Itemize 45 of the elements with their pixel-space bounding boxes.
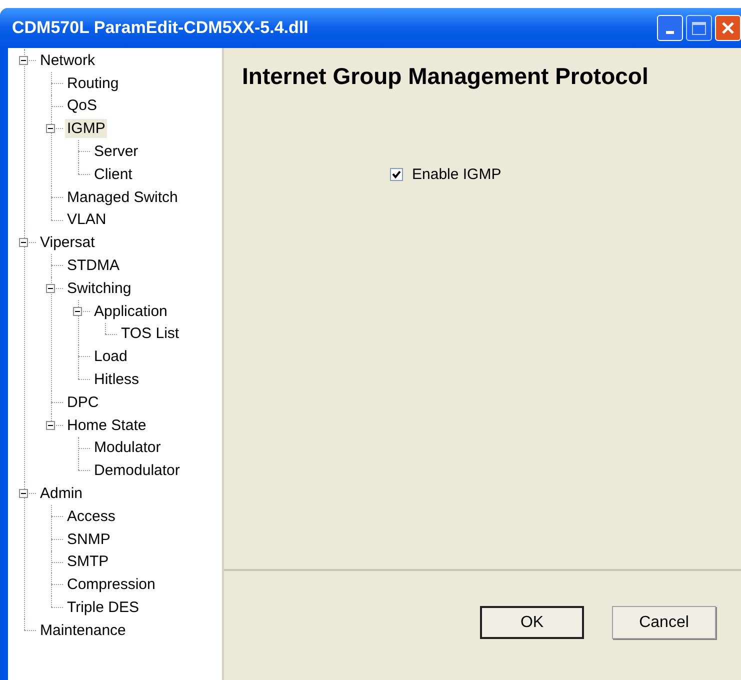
cancel-button[interactable]: Cancel bbox=[612, 606, 716, 639]
tree-item[interactable]: Maintenance bbox=[38, 620, 128, 640]
collapse-icon[interactable] bbox=[46, 420, 55, 430]
tree-item[interactable]: Load bbox=[92, 347, 130, 366]
tree-item[interactable]: Vipersat bbox=[38, 233, 97, 252]
tree-item[interactable]: Client bbox=[92, 164, 134, 184]
window-title: CDM570L ParamEdit-CDM5XX-5.4.dll bbox=[12, 17, 310, 40]
tree-item[interactable]: Application bbox=[92, 302, 170, 321]
tree-item[interactable]: Hitless bbox=[92, 370, 142, 390]
tree-item[interactable]: Triple DES bbox=[65, 598, 141, 618]
tree-item[interactable]: IGMP bbox=[65, 119, 108, 138]
tree-item[interactable]: Modulator bbox=[92, 438, 163, 458]
minimize-icon bbox=[666, 31, 674, 34]
tree-item[interactable]: STDMA bbox=[65, 256, 122, 276]
collapse-icon[interactable] bbox=[46, 124, 55, 134]
collapse-icon[interactable] bbox=[19, 56, 28, 65]
tree-item[interactable]: VLAN bbox=[65, 210, 108, 230]
tree-item[interactable]: DPC bbox=[65, 392, 101, 412]
page-heading: Internet Group Management Protocol bbox=[242, 62, 650, 91]
minimize-button[interactable] bbox=[657, 15, 683, 41]
tree-item[interactable]: Network bbox=[38, 50, 98, 70]
tree-item[interactable]: Access bbox=[65, 506, 118, 526]
close-icon bbox=[721, 21, 735, 35]
tree-item[interactable]: Admin bbox=[38, 484, 85, 504]
collapse-icon[interactable] bbox=[19, 489, 28, 498]
tree-item[interactable]: Compression bbox=[65, 575, 158, 594]
enable-checkbox[interactable]: Enable IGMP bbox=[390, 164, 502, 186]
tree-item[interactable]: SMTP bbox=[65, 552, 111, 572]
tree-item[interactable]: Home State bbox=[65, 416, 148, 435]
tree-item[interactable]: Server bbox=[92, 142, 140, 162]
tree-item[interactable]: TOS List bbox=[119, 324, 182, 344]
maximize-icon bbox=[692, 22, 706, 34]
close-button[interactable] bbox=[715, 15, 741, 41]
tree-item[interactable]: Switching bbox=[65, 278, 134, 298]
tree-item[interactable]: Routing bbox=[65, 74, 121, 93]
collapse-icon[interactable] bbox=[73, 306, 82, 316]
checkbox[interactable] bbox=[390, 168, 403, 182]
collapse-icon[interactable] bbox=[46, 284, 55, 293]
tree-item[interactable]: Demodulator bbox=[92, 461, 182, 480]
ok-button[interactable]: OK bbox=[480, 606, 584, 639]
maximize-button[interactable] bbox=[686, 15, 712, 41]
collapse-icon[interactable] bbox=[19, 238, 28, 248]
tree-item[interactable]: Managed Switch bbox=[65, 188, 180, 207]
tree-item[interactable]: QoS bbox=[65, 96, 100, 116]
tree-item[interactable]: SNMP bbox=[65, 530, 112, 549]
